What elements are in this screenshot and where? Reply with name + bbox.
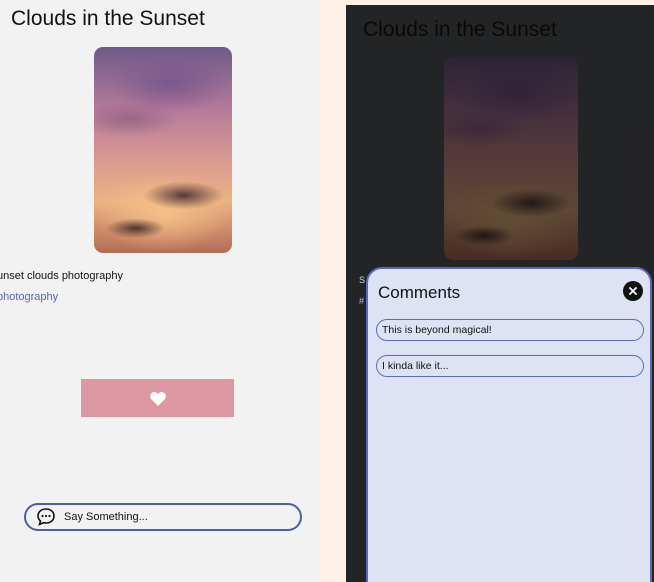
comment-item[interactable]: This is beyond magical! [376, 319, 644, 341]
description-peek: S [359, 275, 366, 285]
comments-title: Comments [378, 283, 461, 302]
say-something-input[interactable]: Say Something... [24, 503, 302, 531]
close-button[interactable] [623, 281, 643, 301]
comment-item[interactable]: I kinda like it... [376, 355, 644, 377]
comments-sheet: Comments This is beyond magical! I kinda… [366, 267, 652, 582]
like-button[interactable] [81, 379, 234, 417]
post-photo [94, 47, 232, 253]
close-icon [629, 287, 637, 295]
say-something-placeholder: Say Something... [64, 511, 148, 523]
post-screen: Clouds in the Sunset unset clouds photog… [0, 0, 320, 582]
comments-screen: Clouds in the Sunset S # Comments This i… [346, 5, 654, 582]
post-hashtag[interactable]: photography [0, 291, 58, 303]
post-description: unset clouds photography [0, 270, 123, 282]
heart-icon [149, 391, 166, 406]
hashtag-peek: # [359, 296, 365, 306]
chat-bubble-icon [37, 508, 55, 526]
page-title: Clouds in the Sunset [11, 7, 205, 30]
